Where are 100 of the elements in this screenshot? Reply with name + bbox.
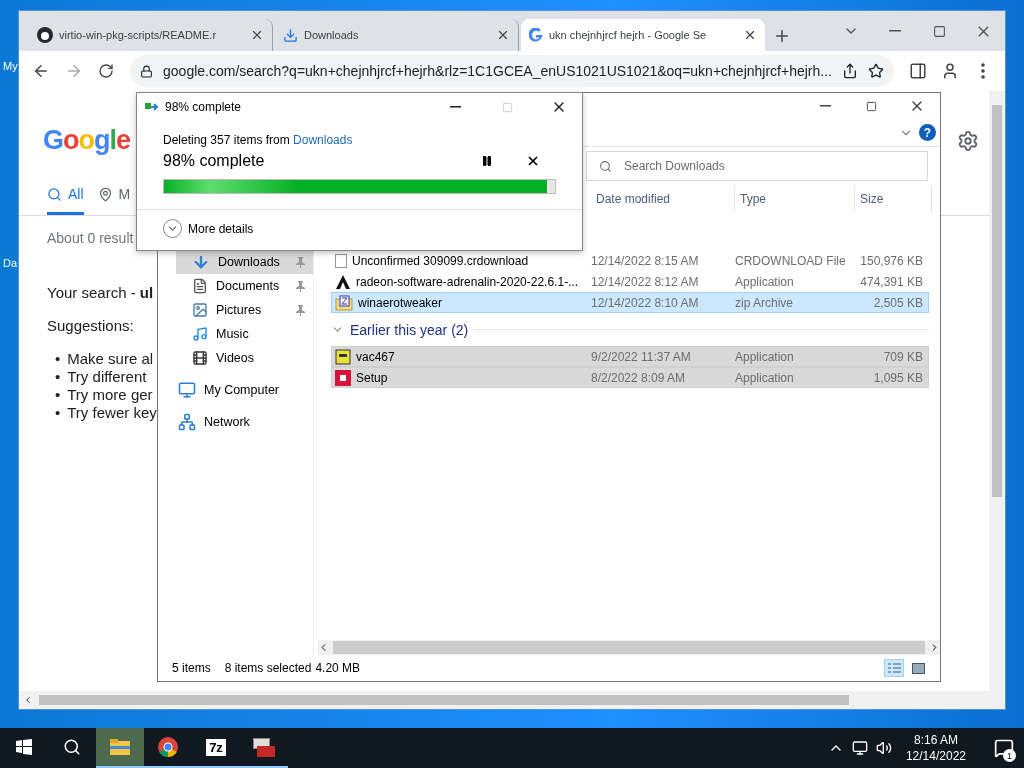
- bullet-mark: •: [55, 386, 61, 404]
- picture-icon: [192, 302, 208, 318]
- browser-tab[interactable]: ukn chejnhjrcf hejrh - Google Se: [521, 19, 765, 51]
- suggestion-item: Make sure al: [67, 350, 154, 368]
- type-cell-text: zip Archive: [735, 295, 795, 310]
- nav-item[interactable]: Downloads: [176, 250, 313, 274]
- horizontal-scrollbar[interactable]: [318, 640, 940, 655]
- document-icon: [192, 278, 208, 294]
- more-details-link[interactable]: More details: [188, 221, 254, 236]
- search-field[interactable]: Search Downloads: [586, 151, 928, 181]
- file-row[interactable]: vac467 9/2/2022 11:37 AM Application 709 KB: [331, 346, 929, 367]
- column-header[interactable]: Date modified: [591, 185, 735, 212]
- notifications-button[interactable]: 1: [984, 728, 1024, 768]
- close-icon[interactable]: [250, 28, 264, 42]
- close-icon[interactable]: [496, 28, 510, 42]
- windows-logo-icon: [16, 739, 32, 755]
- column-header[interactable]: Size: [855, 185, 932, 212]
- maximize-icon: [932, 24, 946, 38]
- nav-item[interactable]: My Computer: [176, 378, 313, 402]
- group-header[interactable]: Earlier this year (2): [350, 321, 469, 338]
- share-icon[interactable]: [841, 63, 858, 79]
- download-icon: [283, 27, 298, 43]
- app-icon: [335, 348, 351, 365]
- suggestion-item: Try fewer key: [67, 404, 157, 422]
- nav-item[interactable]: Music: [176, 322, 313, 346]
- vertical-scrollbar[interactable]: [989, 91, 1005, 691]
- minimize-icon: [889, 30, 901, 32]
- progress-message: Deleting 357 items from Downloads: [163, 133, 354, 147]
- blank-file-icon: [335, 253, 347, 268]
- file-row[interactable]: Unconfirmed 309099.crdownload 12/14/2022 8:15 AM CRDOWNLOAD File 150,976 KB: [331, 250, 929, 271]
- file-name: radeon-software-adrenalin-2020-22.6.1-...: [356, 274, 579, 289]
- notification-count: 1: [1003, 749, 1016, 762]
- bullet-mark: •: [55, 368, 61, 386]
- thumbnail-view-icon: [911, 662, 925, 674]
- search-tab[interactable]: M: [97, 186, 131, 215]
- type-cell-text: Application: [735, 370, 795, 385]
- bullet-mark: •: [55, 350, 61, 368]
- size-cell-text: 2,505 KB: [872, 295, 923, 310]
- message-icon: [994, 738, 1014, 758]
- app-logo: 7z: [206, 738, 226, 756]
- nav-item[interactable]: Network: [176, 410, 313, 434]
- dialog-title: 98% complete: [165, 100, 243, 114]
- size-cell-text: 1,095 KB: [872, 370, 923, 385]
- file-name: Unconfirmed 309099.crdownload: [352, 253, 529, 268]
- file-row[interactable]: winaerotweaker 12/14/2022 8:10 AM zip Archive 2,505 KB: [331, 292, 929, 313]
- nav-label: Music: [216, 327, 250, 341]
- settings-icon[interactable]: [957, 129, 979, 152]
- chrome-icon: [157, 736, 179, 758]
- network-icon[interactable]: [851, 740, 868, 756]
- nav-label: Documents: [216, 279, 281, 293]
- file-row[interactable]: radeon-software-adrenalin-2020-22.6.1-... 12/14/2022 8:12 AM Application 474,391 KB: [331, 271, 929, 292]
- address-bar[interactable]: google.com/search?q=ukn+chejnhjrcf+hejrh&rlz=1C1GCEA_enUS1021US1021&oq=ukn+chejnhjrcf+hejrh...: [130, 55, 894, 87]
- size-cell-text: 709 KB: [882, 349, 923, 364]
- zip-folder-icon: [335, 294, 353, 311]
- nav-item[interactable]: Videos: [176, 346, 313, 370]
- network-icon: [178, 413, 196, 431]
- desktop-icon-label: Da: [3, 257, 18, 269]
- horizontal-scrollbar[interactable]: [19, 691, 1005, 709]
- selection-count: 8 items selected: [224, 661, 312, 675]
- scroll-left-icon: [23, 695, 33, 705]
- file-name: Setup: [356, 370, 388, 385]
- nav-item[interactable]: Documents: [176, 274, 313, 298]
- setup-icon: [335, 369, 351, 386]
- reload-icon: [97, 63, 114, 79]
- maximize-icon: [865, 100, 877, 112]
- suggestion-item: Try different: [67, 368, 147, 386]
- item-count: 5 items: [172, 661, 211, 675]
- details-view-icon: [887, 663, 901, 673]
- nav-item[interactable]: Pictures: [176, 298, 313, 322]
- suggestions-title: Suggestions:: [47, 317, 134, 334]
- file-row[interactable]: Setup 8/2/2022 8:09 AM Application 1,095 KB: [331, 367, 929, 388]
- volume-icon[interactable]: [875, 740, 892, 756]
- close-icon[interactable]: [743, 28, 757, 42]
- search-tab[interactable]: All: [47, 186, 84, 215]
- type-cell-text: Application: [735, 274, 795, 289]
- search-icon: [599, 159, 612, 173]
- file-name: vac467: [356, 349, 395, 364]
- column-header[interactable]: Type: [735, 185, 855, 212]
- clock[interactable]: 8:16 AM 12/14/2022: [905, 732, 966, 764]
- folder-icon: [109, 738, 131, 756]
- type-cell-text: CRDOWNLOAD File: [735, 253, 847, 268]
- taskbar-app[interactable]: 7z: [192, 728, 240, 768]
- folder-link[interactable]: Downloads: [293, 133, 353, 147]
- minimize-icon: [449, 106, 461, 108]
- download-icon: [192, 253, 210, 271]
- maximize-icon: [501, 101, 513, 113]
- progress-label: 98% complete: [163, 152, 266, 170]
- film-icon: [192, 350, 208, 366]
- star-icon[interactable]: [867, 63, 884, 79]
- app-icon: [335, 273, 351, 290]
- pause-icon: [481, 155, 493, 167]
- help-button[interactable]: ?: [919, 124, 936, 141]
- desktop-icon-label: My: [3, 60, 18, 72]
- tab-title: Downloads: [304, 29, 360, 41]
- map-pin-icon: [97, 186, 113, 202]
- letter-g-icon: [529, 28, 543, 42]
- selection-size: 4.20 MB: [315, 661, 361, 675]
- nav-label: Pictures: [216, 303, 263, 317]
- size-cell-text: 474,391 KB: [859, 274, 923, 289]
- plus-icon: [773, 27, 791, 45]
